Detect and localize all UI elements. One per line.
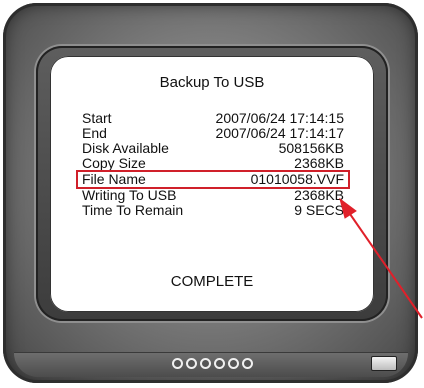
indicator-lights [172, 358, 253, 369]
screen-title: Backup To USB [159, 74, 265, 91]
row-value: 508156KB [278, 140, 344, 156]
row-writing-to-usb: Writing To USB 2368KB [82, 188, 344, 203]
row-copy-size: Copy Size 2368KB [82, 156, 344, 171]
row-file-name-highlighted: File Name 01010058.VVF [76, 170, 350, 189]
row-label: Time To Remain [82, 202, 184, 218]
indicator-light-icon [172, 358, 183, 369]
row-label: Disk Available [82, 140, 169, 156]
indicator-light-icon [200, 358, 211, 369]
backup-info-list: Start 2007/06/24 17:14:15 End 2007/06/24… [76, 111, 350, 218]
indicator-light-icon [214, 358, 225, 369]
row-value: 01010058.VVF [250, 171, 344, 187]
row-value: 2368KB [294, 155, 344, 171]
power-button[interactable] [371, 356, 397, 371]
row-label: Start [82, 110, 112, 126]
row-value: 2007/06/24 17:14:17 [215, 125, 344, 141]
status-complete: COMPLETE [170, 273, 254, 290]
row-value: 2007/06/24 17:14:15 [215, 110, 344, 126]
indicator-light-icon [228, 358, 239, 369]
row-value: 2368KB [294, 187, 344, 203]
row-time-to-remain: Time To Remain 9 SECS [82, 203, 344, 218]
backup-screen: Backup To USB Start 2007/06/24 17:14:15 … [50, 56, 374, 312]
row-start: Start 2007/06/24 17:14:15 [82, 111, 344, 126]
row-label: File Name [82, 171, 146, 187]
row-disk-available: Disk Available 508156KB [82, 141, 344, 156]
indicator-light-icon [242, 358, 253, 369]
row-label: End [82, 125, 107, 141]
row-label: Writing To USB [82, 187, 177, 203]
row-end: End 2007/06/24 17:14:17 [82, 126, 344, 141]
row-value: 9 SECS [294, 202, 344, 218]
indicator-light-icon [186, 358, 197, 369]
row-label: Copy Size [82, 155, 146, 171]
